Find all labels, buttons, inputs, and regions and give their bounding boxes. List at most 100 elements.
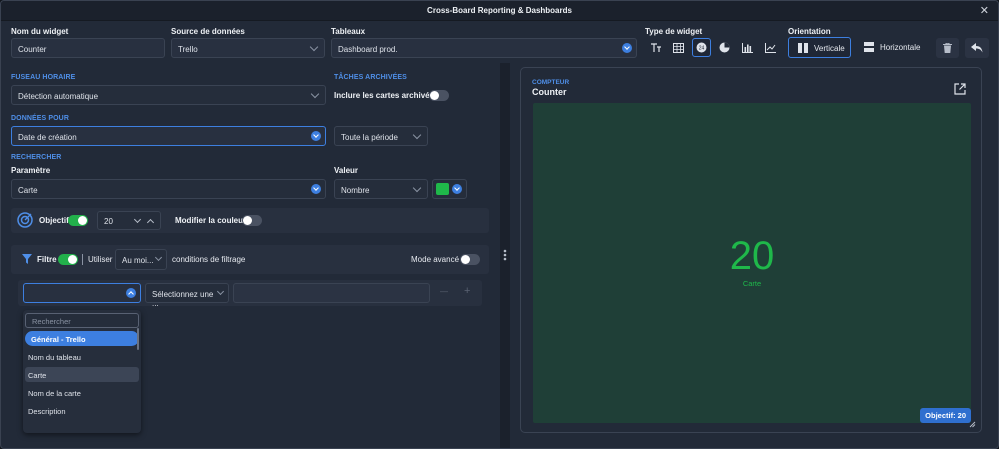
close-icon[interactable]: ✕: [980, 4, 989, 17]
chevron-down-icon: [412, 183, 422, 193]
conditions-label: conditions de filtrage: [172, 255, 246, 264]
objective-row: Objectif 20 Modifier la couleur: [11, 208, 489, 233]
chevron-up-icon: [126, 288, 136, 298]
chevron-down-icon: [309, 42, 319, 52]
objective-label: Objectif: [39, 216, 69, 225]
panel-splitter[interactable]: [500, 63, 510, 448]
objective-badge: Objectif: 20: [920, 408, 971, 423]
archived-label: Inclure les cartes archivées: [334, 91, 439, 100]
svg-text:24: 24: [699, 46, 705, 52]
timezone-select[interactable]: Détection automatique: [11, 85, 326, 105]
advanced-mode-toggle[interactable]: [460, 254, 480, 265]
bar-chart-widget-icon[interactable]: [738, 38, 757, 57]
boards-select[interactable]: Dashboard prod.: [331, 38, 637, 58]
objective-stepper[interactable]: 20: [97, 211, 161, 230]
pie-widget-icon[interactable]: [715, 38, 734, 57]
advanced-mode-label: Mode avancé: [411, 255, 460, 264]
data-source-label: Source de données: [171, 27, 245, 36]
counter-sublabel: Carte: [742, 279, 762, 288]
dropdown-item[interactable]: Nom de la carte: [25, 385, 139, 400]
target-icon: [17, 212, 33, 228]
open-external-icon[interactable]: [954, 83, 966, 95]
chevron-up-icon[interactable]: [146, 218, 155, 227]
widget-name-input[interactable]: Counter: [11, 38, 165, 58]
filter-condition-row: Sélectionnez une ... — +: [18, 280, 482, 308]
remove-condition-button[interactable]: —: [440, 287, 448, 296]
dropdown-item[interactable]: Nom du tableau: [25, 349, 139, 364]
data-for-value: Date de création: [18, 133, 77, 142]
dropdown-search-placeholder: Rechercher: [32, 317, 71, 326]
value-value: Nombre: [341, 186, 370, 195]
data-for-section: Données pour: [11, 115, 69, 122]
widget-type-label: Type de widget: [645, 27, 703, 36]
line-chart-widget-icon[interactable]: [761, 38, 780, 57]
search-section: Rechercher: [11, 154, 62, 161]
chevron-down-icon: [311, 131, 321, 141]
objective-toggle[interactable]: [68, 215, 88, 226]
counter-value: 20: [729, 234, 775, 278]
dropdown-search-input[interactable]: Rechercher: [25, 313, 139, 328]
text-widget-icon[interactable]: [646, 38, 665, 57]
chevron-down-icon: [622, 43, 632, 53]
period-select[interactable]: Toute la période: [334, 126, 428, 146]
preview-title: Counter: [532, 87, 567, 97]
filter-value-input[interactable]: [233, 283, 430, 303]
use-select[interactable]: Au moi...: [115, 249, 167, 270]
param-value: Carte: [18, 186, 38, 195]
timezone-section: Fuseau horaire: [11, 74, 76, 81]
undo-icon: [971, 43, 983, 53]
archived-toggle[interactable]: [429, 90, 449, 101]
counter-area: 20 Carte Objectif: 20: [533, 103, 971, 423]
widget-name-label: Nom du widget: [11, 27, 69, 36]
timezone-value: Détection automatique: [18, 92, 99, 101]
value-label: Valeur: [334, 166, 359, 175]
color-picker[interactable]: [432, 179, 467, 199]
value-select[interactable]: Nombre: [334, 179, 428, 199]
data-source-value: Trello: [178, 45, 198, 54]
add-condition-button[interactable]: +: [464, 285, 470, 297]
table-widget-icon[interactable]: [669, 38, 688, 57]
modify-color-toggle[interactable]: [242, 215, 262, 226]
boards-label: Tableaux: [331, 27, 366, 36]
use-value: Au moi...: [122, 256, 154, 265]
counter-widget-icon[interactable]: 24: [692, 38, 711, 57]
modify-color-label: Modifier la couleur: [175, 216, 247, 225]
data-for-select[interactable]: Date de création: [11, 126, 326, 146]
filter-toggle[interactable]: [58, 254, 78, 265]
title-bar: Cross-Board Reporting & Dashboards ✕: [1, 1, 998, 21]
boards-value: Dashboard prod.: [338, 45, 398, 54]
param-label: Paramètre: [11, 166, 51, 175]
orientation-vertical-button[interactable]: Verticale: [788, 37, 851, 58]
filter-operator-select[interactable]: Sélectionnez une ...: [145, 283, 229, 308]
filter-operator-placeholder: Sélectionnez une ...: [152, 290, 214, 308]
archived-section: Tâches archivées: [334, 74, 407, 81]
filter-label: Filtre: [37, 255, 57, 264]
delete-button[interactable]: [936, 38, 959, 58]
chevron-down-icon: [154, 253, 163, 262]
widget-preview: Compteur Counter 20 Carte Objectif: 20: [520, 67, 982, 433]
chevron-down-icon: [452, 184, 462, 194]
use-label: Utiliser: [88, 255, 113, 264]
orientation-horizontal-label: Horizontale: [880, 43, 921, 52]
resize-handle-icon[interactable]: [969, 421, 976, 428]
chevron-down-icon: [310, 89, 320, 99]
filter-field-select[interactable]: [23, 283, 141, 303]
trash-icon: [943, 43, 952, 53]
chevron-down-icon[interactable]: [133, 215, 142, 224]
dialog-window: Cross-Board Reporting & Dashboards ✕ Nom…: [0, 0, 999, 449]
data-source-select[interactable]: Trello: [171, 38, 325, 58]
param-select[interactable]: Carte: [11, 179, 326, 199]
field-dropdown: Rechercher Général - Trello Nom du table…: [23, 310, 141, 433]
dropdown-item[interactable]: Description: [25, 403, 139, 418]
dropdown-scrollbar[interactable]: [137, 328, 139, 350]
undo-button[interactable]: [965, 38, 989, 58]
filter-icon: [22, 254, 32, 264]
color-swatch: [436, 183, 449, 195]
dropdown-group-general[interactable]: Général - Trello: [25, 331, 139, 346]
chevron-down-icon: [311, 184, 321, 194]
chevron-down-icon: [412, 130, 422, 140]
dropdown-item-selected[interactable]: Carte: [25, 367, 139, 382]
orientation-horizontal-button[interactable]: Horizontale: [855, 37, 927, 58]
vertical-layout-icon: [798, 43, 808, 53]
orientation-label: Orientation: [788, 27, 831, 36]
